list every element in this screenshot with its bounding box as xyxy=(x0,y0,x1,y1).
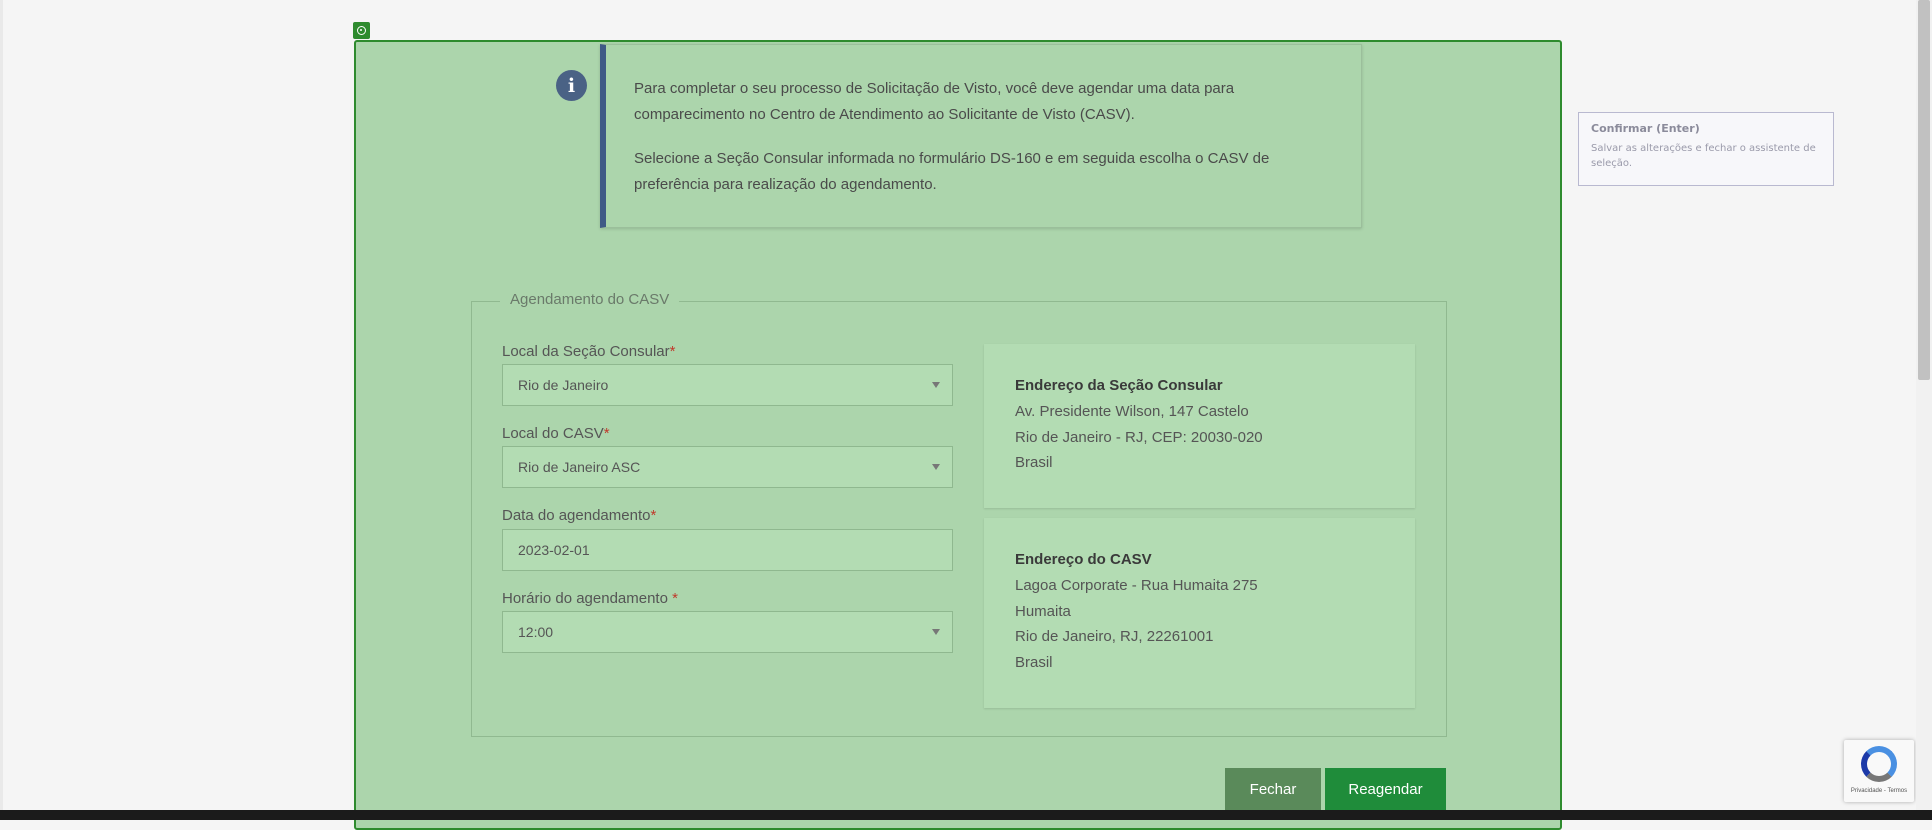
tooltip-title: Confirmar (Enter) xyxy=(1591,122,1700,135)
consular-section-value: Rio de Janeiro xyxy=(518,377,609,393)
recaptcha-badge[interactable]: Privacidade - Termos xyxy=(1844,740,1914,802)
consular-section-label: Local da Seção Consular* xyxy=(502,343,676,360)
required-marker: * xyxy=(650,507,657,524)
target-icon[interactable] xyxy=(353,22,370,39)
appointment-time-value: 12:00 xyxy=(518,624,554,640)
fieldset-legend: Agendamento do CASV xyxy=(500,291,680,308)
page-left-edge xyxy=(0,0,3,820)
required-marker: * xyxy=(603,425,610,442)
casv-address-line: Brasil xyxy=(1015,653,1053,671)
appointment-time-label: Horário do agendamento * xyxy=(502,590,678,607)
info-alert: Para completar o seu processo de Solicit… xyxy=(600,44,1362,228)
confirm-tooltip: Confirmar (Enter) Salvar as alterações e… xyxy=(1578,112,1834,186)
consular-address-line: Rio de Janeiro - RJ, CEP: 20030-020 xyxy=(1015,428,1263,446)
chevron-down-icon xyxy=(932,629,940,635)
appointment-time-select[interactable]: 12:00 xyxy=(502,611,953,653)
scrollbar[interactable] xyxy=(1916,0,1932,812)
consular-address-card: Endereço da Seção Consular Av. President… xyxy=(984,344,1415,508)
casv-address-line: Humaita xyxy=(1015,602,1071,620)
close-button[interactable]: Fechar xyxy=(1225,768,1321,811)
casv-location-value: Rio de Janeiro ASC xyxy=(518,459,641,475)
recaptcha-icon xyxy=(1861,746,1897,782)
casv-address-line: Lagoa Corporate - Rua Humaita 275 xyxy=(1015,577,1258,594)
consular-address-line: Brasil xyxy=(1015,454,1053,471)
scrollbar-thumb[interactable] xyxy=(1918,0,1930,380)
chevron-down-icon xyxy=(932,382,940,388)
consular-address-title: Endereço da Seção Consular xyxy=(1015,377,1223,394)
recaptcha-links[interactable]: Privacidade - Termos xyxy=(1844,788,1914,794)
required-marker: * xyxy=(669,343,676,360)
casv-address-card: Endereço do CASV Lagoa Corporate - Rua H… xyxy=(984,518,1415,708)
info-icon: i xyxy=(556,70,587,101)
info-paragraph-2: Selecione a Seção Consular informada no … xyxy=(634,150,1270,193)
casv-address-line: Rio de Janeiro, RJ, 22261001 xyxy=(1015,628,1214,645)
bottom-taskbar-edge xyxy=(0,810,1932,820)
consular-section-select[interactable]: Rio de Janeiro xyxy=(502,364,953,406)
chevron-down-icon xyxy=(932,464,940,470)
appointment-date-label: Data do agendamento* xyxy=(502,507,657,524)
reschedule-button[interactable]: Reagendar xyxy=(1325,768,1446,811)
required-marker: * xyxy=(672,590,678,607)
tooltip-description: Salvar as alterações e fechar o assisten… xyxy=(1591,143,1816,169)
casv-address-title: Endereço do CASV xyxy=(1015,551,1152,568)
info-paragraph-1: Para completar o seu processo de Solicit… xyxy=(634,80,1235,123)
consular-address-line: Av. Presidente Wilson, 147 Castelo xyxy=(1015,403,1249,420)
appointment-date-value: 2023-02-01 xyxy=(518,542,590,558)
casv-location-select[interactable]: Rio de Janeiro ASC xyxy=(502,446,953,488)
casv-location-label: Local do CASV* xyxy=(502,425,610,442)
appointment-date-input[interactable]: 2023-02-01 xyxy=(502,529,953,571)
